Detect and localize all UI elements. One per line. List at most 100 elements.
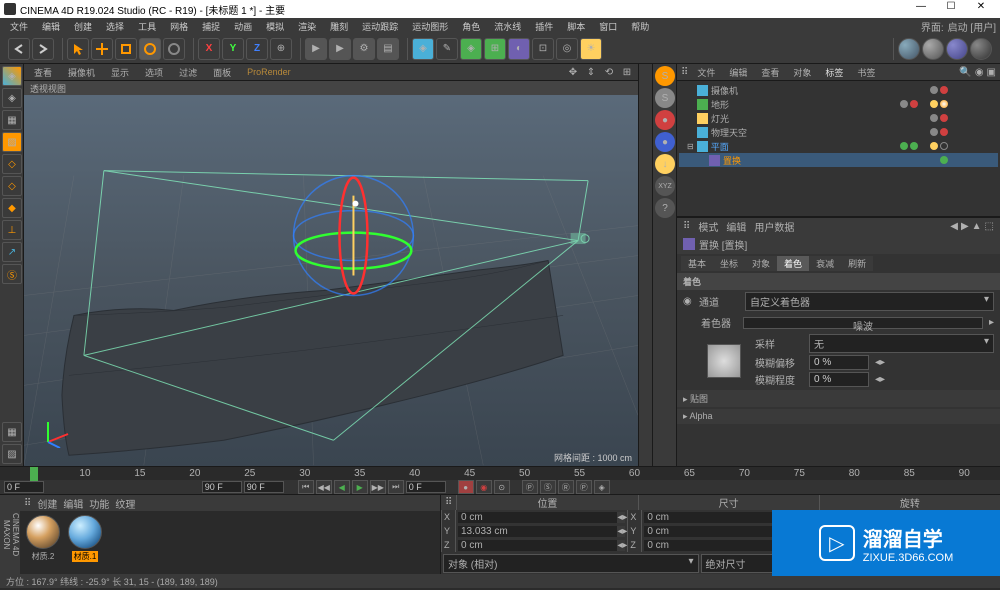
object-tree[interactable]: 摄像机 地形 灯光 物理天空 ⊟ 平面 bbox=[677, 81, 1000, 216]
menu-sculpt[interactable]: 雕刻 bbox=[324, 20, 354, 33]
enable-axis[interactable]: ↗ bbox=[2, 242, 22, 262]
om-tab-view[interactable]: 查看 bbox=[756, 66, 784, 79]
tl-kf-pos[interactable]: Ⓟ bbox=[522, 480, 538, 494]
material-1[interactable]: 材质.1 bbox=[66, 515, 104, 570]
menu-plugins[interactable]: 插件 bbox=[529, 20, 559, 33]
menu-mograph[interactable]: 运动图形 bbox=[406, 20, 454, 33]
content-xyz[interactable]: XYZ bbox=[655, 176, 675, 196]
attr-tab-refresh[interactable]: 刷新 bbox=[841, 256, 873, 271]
render-view-button[interactable]: ▶ bbox=[305, 38, 327, 60]
scheme-sphere-2[interactable] bbox=[922, 38, 944, 60]
menu-snap[interactable]: 捕捉 bbox=[196, 20, 226, 33]
vp-nav-zoom-icon[interactable]: ⇕ bbox=[584, 65, 598, 79]
attr-tab-shading[interactable]: 着色 bbox=[777, 256, 809, 271]
select-tool[interactable] bbox=[67, 38, 89, 60]
om-search-icon[interactable]: 🔍 bbox=[959, 67, 971, 78]
om-tab-object[interactable]: 对象 bbox=[788, 66, 816, 79]
render-queue-button[interactable]: ▤ bbox=[377, 38, 399, 60]
cube-primitive-button[interactable]: ◈ bbox=[412, 38, 434, 60]
attr-sample-dropdown[interactable]: 无▾ bbox=[809, 334, 994, 353]
light-button[interactable]: ☀ bbox=[580, 38, 602, 60]
generator-button[interactable]: ◈ bbox=[460, 38, 482, 60]
mm-tab-edit[interactable]: 编辑 bbox=[63, 496, 83, 511]
vp-nav-grid-icon[interactable]: ⊞ bbox=[620, 65, 634, 79]
pos-y[interactable]: 13.033 cm bbox=[458, 526, 617, 537]
redo-button[interactable] bbox=[32, 38, 54, 60]
content-blue[interactable]: ● bbox=[655, 132, 675, 152]
content-yellow[interactable]: ↓ bbox=[655, 154, 675, 174]
obj-row-terrain[interactable]: 地形 bbox=[679, 97, 998, 111]
tl-kf-pla[interactable]: ◈ bbox=[594, 480, 610, 494]
attr-back-icon[interactable]: ◀ bbox=[950, 221, 958, 232]
attr-blur-scale-input[interactable] bbox=[809, 372, 869, 387]
tl-range-start[interactable] bbox=[4, 481, 44, 493]
menu-animate[interactable]: 动画 bbox=[228, 20, 258, 33]
texture-mode[interactable]: ▦ bbox=[2, 110, 22, 130]
tl-kf-scale[interactable]: Ⓢ bbox=[540, 480, 556, 494]
tl-kf-rot[interactable]: Ⓡ bbox=[558, 480, 574, 494]
om-tab-edit[interactable]: 编辑 bbox=[724, 66, 752, 79]
menu-tracker[interactable]: 运动跟踪 bbox=[356, 20, 404, 33]
attr-shader-slot[interactable]: 噪波 bbox=[743, 317, 983, 329]
om-tab-bookmark[interactable]: 书签 bbox=[852, 66, 880, 79]
window-maximize-button[interactable]: ☐ bbox=[936, 0, 966, 18]
model-mode[interactable]: ◈ bbox=[2, 88, 22, 108]
menu-help[interactable]: 帮助 bbox=[625, 20, 655, 33]
vp-tab-prorender[interactable]: ProRender bbox=[241, 67, 297, 77]
menu-window[interactable]: 窗口 bbox=[593, 20, 623, 33]
tl-step-back[interactable]: ◀◀ bbox=[316, 480, 332, 494]
vp-tab-options[interactable]: 选项 bbox=[139, 66, 169, 79]
axis-mode[interactable]: ⊥ bbox=[2, 220, 22, 240]
menu-create[interactable]: 创建 bbox=[68, 20, 98, 33]
om-eye-icon[interactable]: ◉ bbox=[975, 67, 984, 78]
3d-viewport[interactable]: 网格间距 : 1000 cm bbox=[24, 95, 638, 466]
om-tab-file[interactable]: 文件 bbox=[692, 66, 720, 79]
vp-tab-panel[interactable]: 面板 bbox=[207, 66, 237, 79]
content-browser-2[interactable]: S bbox=[655, 88, 675, 108]
menu-script[interactable]: 脚本 bbox=[561, 20, 591, 33]
tl-key-options[interactable]: ⊙ bbox=[494, 480, 510, 494]
move-tool[interactable] bbox=[91, 38, 113, 60]
scale-tool[interactable] bbox=[115, 38, 137, 60]
attr-tab-coord[interactable]: 坐标 bbox=[713, 256, 745, 271]
vp-nav-rotate-icon[interactable]: ⟲ bbox=[602, 65, 616, 79]
snap-toggle[interactable]: ▦ bbox=[2, 422, 22, 442]
om-tab-tags[interactable]: 标签 bbox=[820, 66, 848, 79]
polygon-mode[interactable]: ◆ bbox=[2, 198, 22, 218]
menu-simulate[interactable]: 模拟 bbox=[260, 20, 290, 33]
pen-button[interactable]: ✎ bbox=[436, 38, 458, 60]
mm-menu-icon[interactable]: ⠿ bbox=[24, 498, 31, 509]
material-2[interactable]: 材质.2 bbox=[24, 515, 62, 570]
obj-row-plane[interactable]: ⊟ 平面 bbox=[679, 139, 998, 153]
attr-blur-offset-input[interactable] bbox=[809, 355, 869, 370]
obj-row-sky[interactable]: 物理天空 bbox=[679, 125, 998, 139]
scheme-sphere-1[interactable] bbox=[898, 38, 920, 60]
pos-z[interactable]: 0 cm bbox=[458, 540, 617, 551]
layout-dropdown[interactable]: 启动 [用户] bbox=[948, 19, 996, 34]
render-picture-button[interactable]: ▶ bbox=[329, 38, 351, 60]
attr-menu-user[interactable]: 用户数据 bbox=[754, 219, 794, 234]
scheme-sphere-3[interactable] bbox=[946, 38, 968, 60]
tl-current-frame[interactable] bbox=[406, 481, 446, 493]
vp-nav-move-icon[interactable]: ✥ bbox=[566, 65, 580, 79]
vp-tab-view[interactable]: 查看 bbox=[28, 66, 58, 79]
pos-x[interactable]: 0 cm bbox=[458, 512, 617, 523]
content-red[interactable]: ● bbox=[655, 110, 675, 130]
array-button[interactable]: ⊞ bbox=[484, 38, 506, 60]
attr-tab-basic[interactable]: 基本 bbox=[681, 256, 713, 271]
viewport-solo[interactable]: Ⓢ bbox=[2, 264, 22, 284]
deformer-button[interactable]: ◐ bbox=[508, 38, 530, 60]
obj-row-camera[interactable]: 摄像机 bbox=[679, 83, 998, 97]
obj-row-displace[interactable]: 置换 bbox=[679, 153, 998, 167]
menu-tools[interactable]: 工具 bbox=[132, 20, 162, 33]
attr-stepper-2[interactable]: ◂▸ bbox=[875, 374, 885, 385]
attr-tab-object[interactable]: 对象 bbox=[745, 256, 777, 271]
window-minimize-button[interactable]: — bbox=[906, 0, 936, 18]
z-axis-lock[interactable]: Z bbox=[246, 38, 268, 60]
menu-render[interactable]: 渲染 bbox=[292, 20, 322, 33]
attr-tab-falloff[interactable]: 衰减 bbox=[809, 256, 841, 271]
attr-menu-mode[interactable]: 模式 bbox=[698, 219, 718, 234]
viewport-vscroll[interactable] bbox=[638, 64, 652, 466]
attr-lock-icon[interactable]: ⬚ bbox=[985, 221, 994, 232]
coord-system[interactable]: ⊕ bbox=[270, 38, 292, 60]
